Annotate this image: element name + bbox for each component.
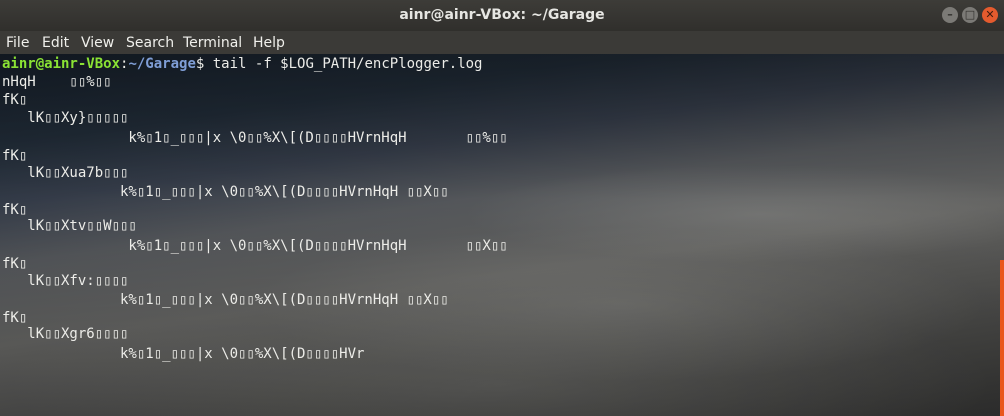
output-line: lK▯▯Xua7b▯▯▯ bbox=[2, 165, 129, 181]
output-line: lK▯▯Xy}▯▯▯▯▯ bbox=[2, 110, 129, 126]
prompt-command: tail -f $LOG_PATH/encPlogger.log bbox=[204, 56, 483, 72]
close-button[interactable]: ✕ bbox=[982, 7, 998, 23]
menu-help[interactable]: Help bbox=[253, 35, 285, 51]
maximize-button[interactable]: □ bbox=[962, 7, 978, 23]
output-line: lK▯▯Xgr6▯▯▯▯ bbox=[2, 326, 129, 342]
terminal-area[interactable]: ainr@ainr-VBox:~/Garage$ tail -f $LOG_PA… bbox=[0, 54, 1004, 416]
menu-file[interactable]: File bbox=[6, 35, 29, 51]
menu-terminal[interactable]: Terminal bbox=[183, 35, 242, 51]
prompt-user-host: ainr@ainr-VBox bbox=[2, 56, 121, 72]
output-line: k%▯1▯_▯▯▯|x \0▯▯%X\[(D▯▯▯▯HVrnHqH ▯▯X▯▯ bbox=[2, 238, 508, 254]
prompt-path: ~/Garage bbox=[128, 56, 196, 72]
output-line: fK▯ bbox=[2, 92, 28, 108]
output-line: k%▯1▯_▯▯▯|x \0▯▯%X\[(D▯▯▯▯HVrnHqH ▯▯X▯▯ bbox=[2, 184, 449, 200]
output-line: lK▯▯Xfv:▯▯▯▯ bbox=[2, 273, 129, 289]
output-line: fK▯ bbox=[2, 148, 28, 164]
minimize-button[interactable]: – bbox=[942, 7, 958, 23]
output-line: k%▯1▯_▯▯▯|x \0▯▯%X\[(D▯▯▯▯HVrnHqH ▯▯X▯▯ bbox=[2, 292, 449, 308]
window-controls: – □ ✕ bbox=[942, 7, 998, 23]
output-line: lK▯▯Xtv▯▯W▯▯▯ bbox=[2, 218, 137, 234]
scrollbar[interactable] bbox=[1000, 260, 1004, 416]
output-line: k%▯1▯_▯▯▯|x \0▯▯%X\[(D▯▯▯▯HVr bbox=[2, 346, 365, 362]
window-titlebar: ainr@ainr-VBox: ~/Garage – □ ✕ bbox=[0, 0, 1004, 32]
menu-bar: File Edit View Search Terminal Help bbox=[0, 31, 1004, 54]
menu-search[interactable]: Search bbox=[126, 35, 174, 51]
menu-edit[interactable]: Edit bbox=[42, 35, 69, 51]
prompt-line: ainr@ainr-VBox:~/Garage$ tail -f $LOG_PA… bbox=[2, 56, 482, 74]
window-title: ainr@ainr-VBox: ~/Garage bbox=[399, 7, 605, 23]
menu-view[interactable]: View bbox=[81, 35, 114, 51]
output-line: k%▯1▯_▯▯▯|x \0▯▯%X\[(D▯▯▯▯HVrnHqH ▯▯%▯▯ bbox=[2, 130, 508, 146]
output-line: nHqH ▯▯%▯▯ bbox=[2, 74, 112, 90]
output-line: fK▯ bbox=[2, 256, 28, 272]
